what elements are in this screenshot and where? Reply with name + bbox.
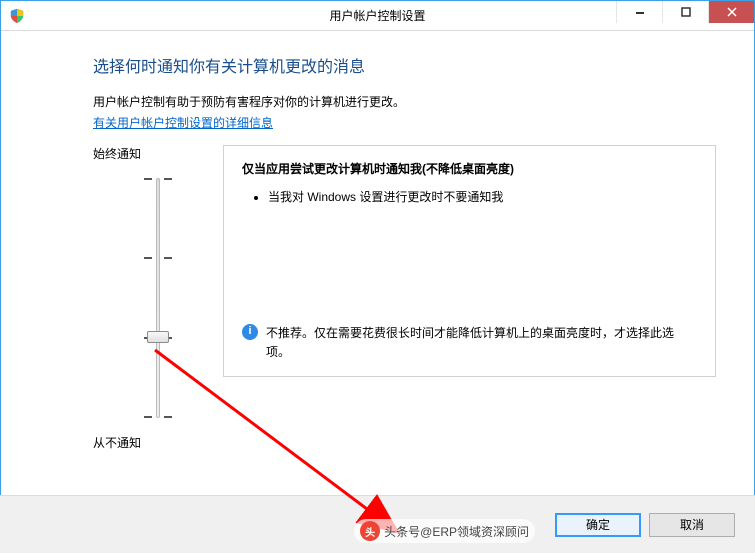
cancel-button[interactable]: 取消 — [649, 513, 735, 537]
info-icon: i — [242, 324, 258, 340]
maximize-button[interactable] — [662, 1, 708, 23]
page-heading: 选择何时通知你有关计算机更改的消息 — [93, 53, 716, 77]
shield-icon — [9, 8, 25, 24]
ok-button[interactable]: 确定 — [555, 513, 641, 537]
detail-bullets: 当我对 Windows 设置进行更改时不要通知我 — [242, 187, 697, 209]
slider-column: 始终通知 从不通知 — [93, 145, 223, 451]
detail-note: i 不推荐。仅在需要花费很长时间才能降低计算机上的桌面亮度时，才选择此选项。 — [242, 324, 697, 362]
slider-label-bottom: 从不通知 — [93, 434, 223, 451]
uac-window: 用户帐户控制设置 选择何时通知你有关计算机更改的消息 用户帐户控制有助于预防有害… — [0, 0, 755, 553]
detail-note-text: 不推荐。仅在需要花费很长时间才能降低计算机上的桌面亮度时，才选择此选项。 — [266, 324, 697, 362]
detail-column: 仅当应用尝试更改计算机时通知我(不降低桌面亮度) 当我对 Windows 设置进… — [223, 145, 716, 451]
window-controls — [616, 1, 754, 30]
slider-track — [156, 178, 160, 418]
watermark-badge: 头 头条号@ERP领域资深顾问 — [354, 519, 535, 543]
body-row: 始终通知 从不通知 仅当应用尝试更改计算机时通知我(不降低桌面亮度) 当我对 W… — [93, 145, 716, 451]
minimize-button[interactable] — [616, 1, 662, 23]
help-link[interactable]: 有关用户帐户控制设置的详细信息 — [93, 114, 273, 131]
watermark-text: 头条号@ERP领域资深顾问 — [384, 523, 529, 540]
titlebar: 用户帐户控制设置 — [1, 1, 754, 31]
detail-bullet: 当我对 Windows 设置进行更改时不要通知我 — [268, 187, 697, 209]
slider-thumb[interactable] — [147, 331, 169, 343]
detail-box: 仅当应用尝试更改计算机时通知我(不降低桌面亮度) 当我对 Windows 设置进… — [223, 145, 716, 377]
notification-slider[interactable] — [93, 178, 223, 418]
detail-title: 仅当应用尝试更改计算机时通知我(不降低桌面亮度) — [242, 160, 697, 177]
intro-text: 用户帐户控制有助于预防有害程序对你的计算机进行更改。 — [93, 93, 716, 112]
content-area: 选择何时通知你有关计算机更改的消息 用户帐户控制有助于预防有害程序对你的计算机进… — [1, 31, 754, 467]
toutiao-logo-icon: 头 — [360, 521, 380, 541]
slider-label-top: 始终通知 — [93, 145, 223, 162]
close-button[interactable] — [708, 1, 754, 23]
